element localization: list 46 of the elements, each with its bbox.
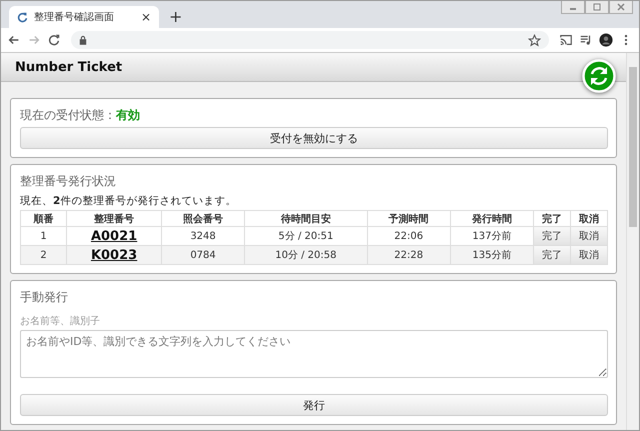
name-field[interactable]: お名前やID等、識別できる文字列を入力してください	[20, 330, 608, 378]
status-label: 現在の受付状態：	[20, 107, 116, 124]
column-header: 待時間目安	[244, 210, 368, 226]
avatar-icon[interactable]	[599, 33, 613, 47]
complete-button[interactable]: 完了	[534, 227, 570, 245]
table-cell: 22:28	[367, 246, 450, 264]
column-header: 整理番号	[66, 210, 162, 226]
ticket-number: A0021	[90, 228, 138, 244]
table-cell: 10分 / 20:58	[244, 246, 368, 264]
column-header: 順番	[20, 210, 67, 226]
lock-icon	[79, 35, 87, 45]
minimize-button[interactable]	[561, 1, 585, 14]
back-icon[interactable]	[7, 33, 21, 47]
browser-tab[interactable]: 整理番号確認画面 ×	[9, 6, 159, 28]
field-label: お名前等、識別子	[20, 314, 100, 328]
table-cell: 0784	[161, 246, 245, 264]
new-tab-button[interactable]: +	[169, 9, 182, 25]
close-icon	[616, 2, 626, 12]
column-header: 予測時間	[367, 210, 450, 226]
maximize-button[interactable]	[585, 1, 609, 14]
cast-icon[interactable]	[559, 33, 573, 47]
close-tab-button[interactable]: ×	[140, 11, 151, 23]
panel-title: 整理番号発行状況	[20, 173, 116, 190]
issue-button[interactable]: 発行	[20, 394, 608, 416]
cancel-button[interactable]: 取消	[571, 227, 607, 245]
reload-icon[interactable]	[47, 33, 61, 47]
scrollbar[interactable]	[626, 53, 639, 430]
refresh-button[interactable]	[582, 59, 616, 93]
column-header: 発行時間	[450, 210, 534, 226]
playlist-icon[interactable]	[579, 33, 593, 47]
table-cell: 2	[20, 246, 67, 264]
table-cell: 135分前	[450, 246, 534, 264]
reload-icon	[17, 12, 28, 22]
column-header: 照会番号	[161, 210, 245, 226]
panel-title: 手動発行	[20, 289, 68, 306]
cancel-button[interactable]: 取消	[571, 246, 607, 264]
tab-title: 整理番号確認画面	[34, 10, 115, 24]
star-icon[interactable]	[528, 34, 541, 46]
close-window-button[interactable]	[609, 1, 633, 14]
disable-button[interactable]: 受付を無効にする	[20, 127, 608, 149]
summary-text: 現在、2件の整理番号が発行されています。	[20, 194, 236, 208]
maximize-icon	[592, 2, 602, 12]
ticket-number: K0023	[90, 248, 138, 262]
status-value: 有効	[116, 107, 140, 124]
app-title: Number Ticket	[15, 60, 122, 74]
complete-button[interactable]: 完了	[534, 246, 570, 264]
